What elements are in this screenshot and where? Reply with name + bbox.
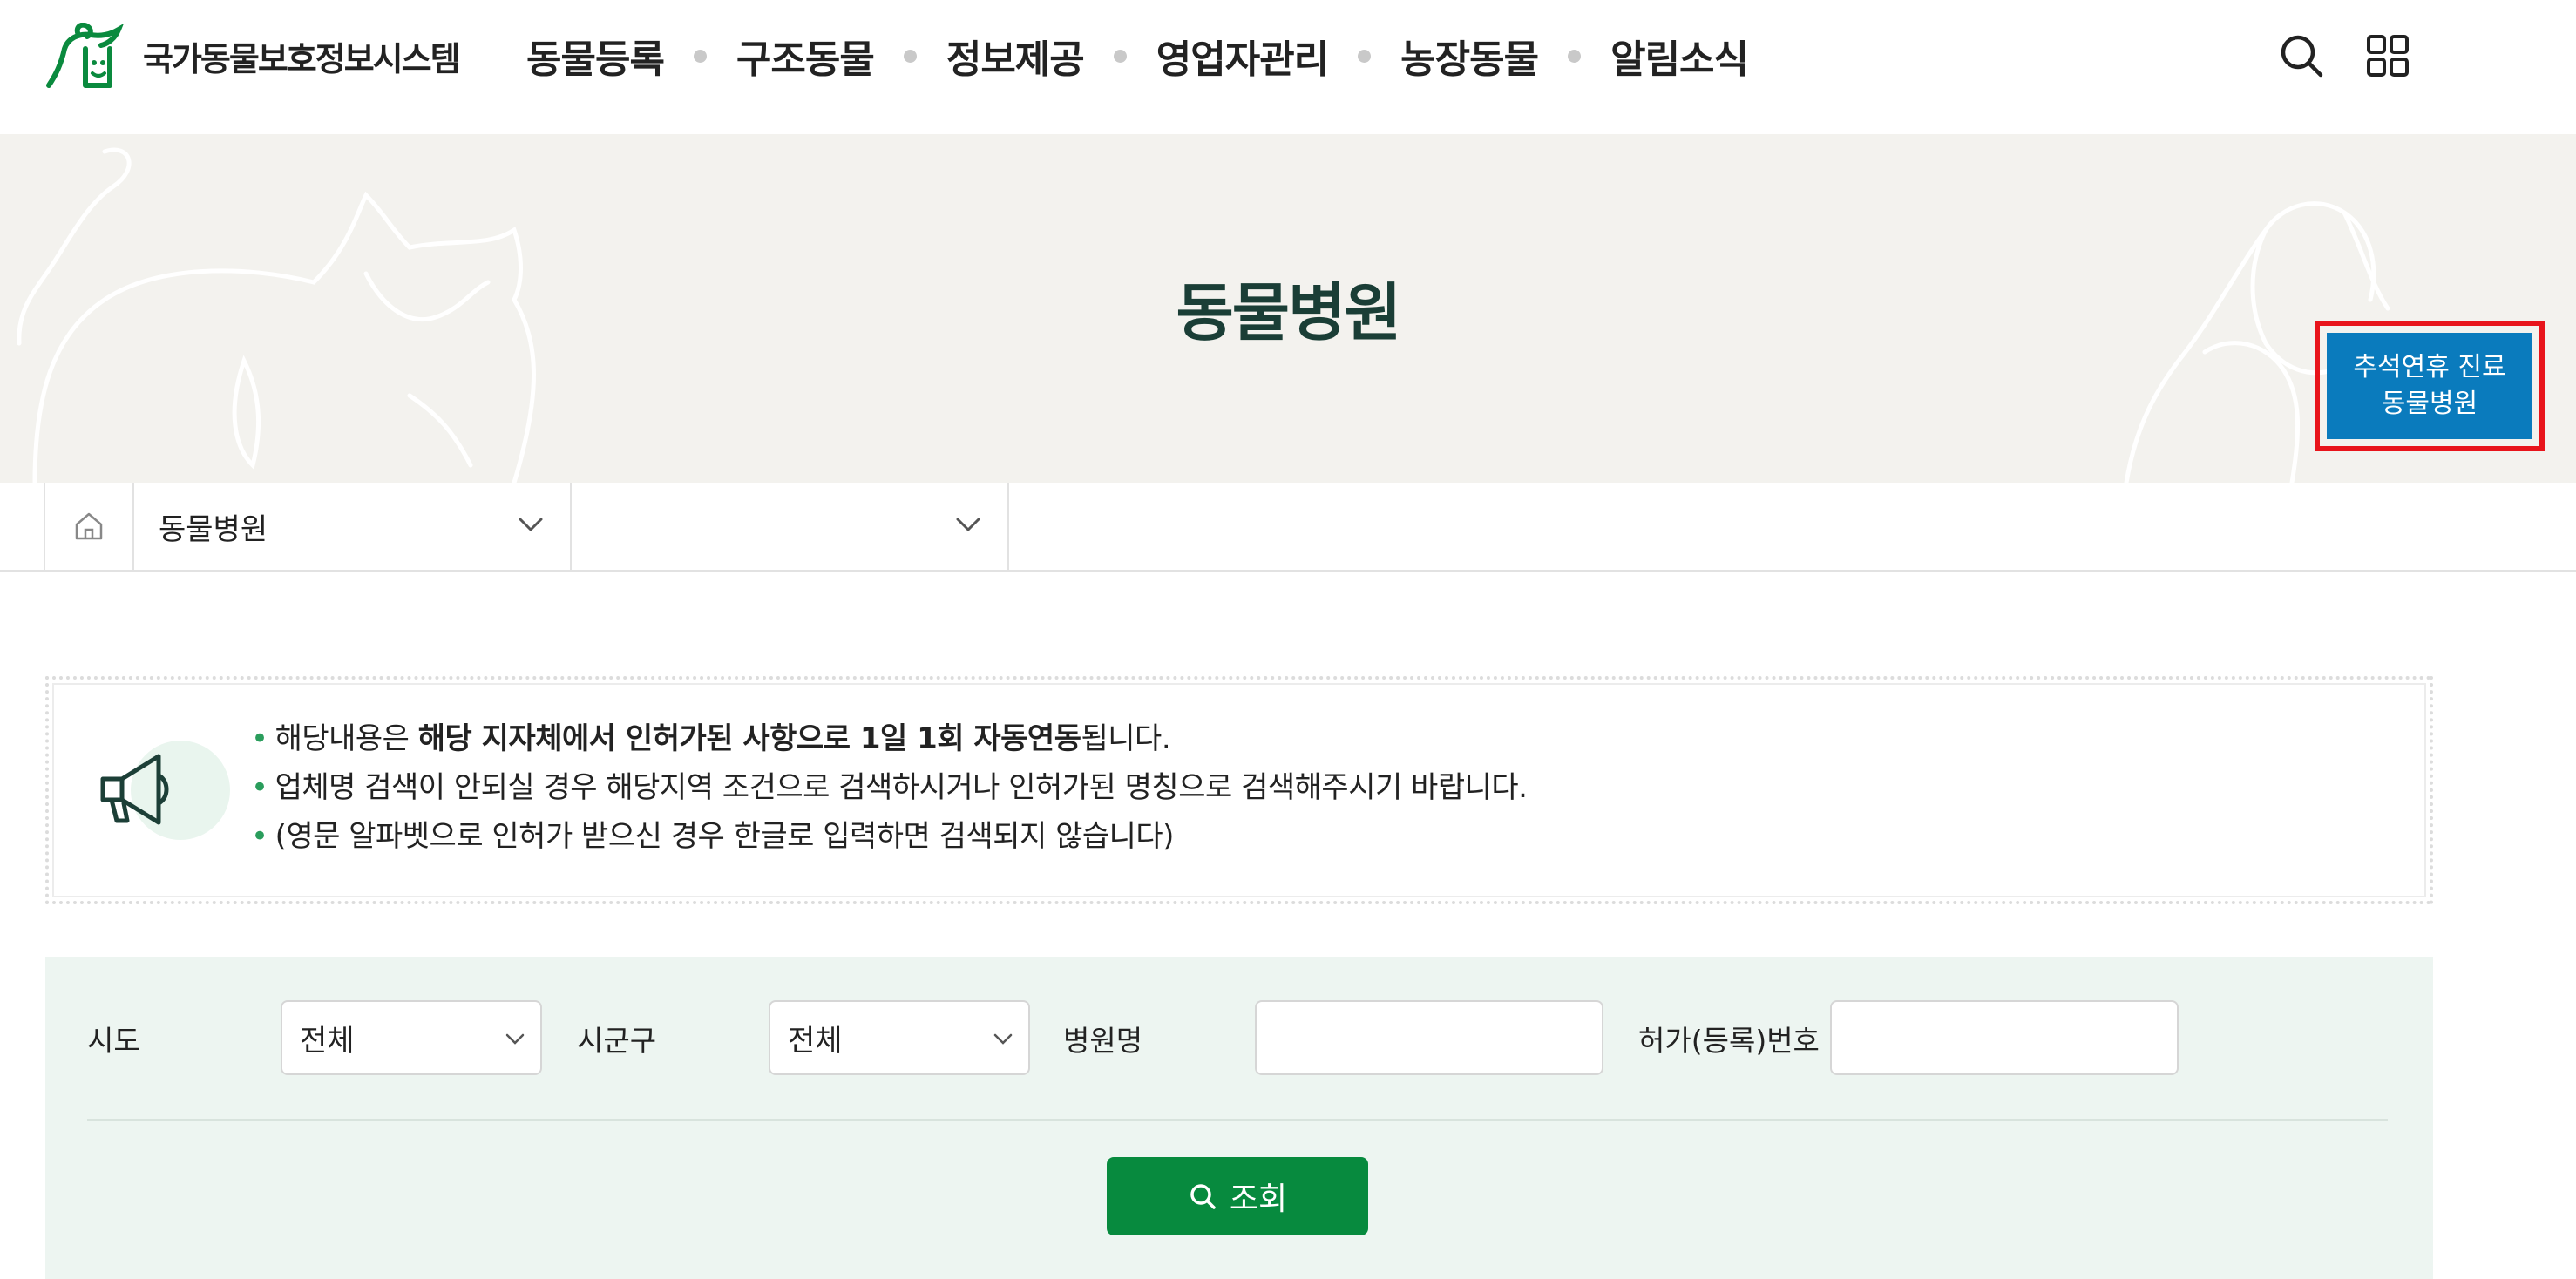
page-title: 동물병원 bbox=[1176, 276, 1402, 349]
chevron-down-icon bbox=[519, 518, 543, 531]
search-icon bbox=[1190, 1184, 1216, 1209]
hospital-name-input[interactable] bbox=[1255, 1000, 1603, 1075]
notice-list: 해당내용은 해당 지자체에서 인허가된 사항으로 1일 1회 자동연동됩니다. … bbox=[251, 714, 1528, 861]
holiday-hospital-button[interactable]: 추석연휴 진료 동물병원 bbox=[2327, 333, 2532, 439]
hospital-name-label: 병원명 bbox=[1063, 1024, 1143, 1058]
page-visual-banner: 동물병원 추석연휴 진료 동물병원 bbox=[0, 134, 2576, 483]
home-icon bbox=[75, 512, 103, 540]
logo-mark-icon bbox=[46, 23, 125, 88]
nav-item-business-management[interactable]: 영업자관리 bbox=[1156, 28, 1329, 84]
all-menu-icon[interactable] bbox=[2363, 31, 2412, 80]
location-breadcrumb: 동물병원 bbox=[0, 483, 2576, 572]
notice-item: 업체명 검색이 안되실 경우 해당지역 조건으로 검색하시거나 인허가된 명칭으… bbox=[251, 763, 1528, 812]
sigungu-selected-value: 전체 bbox=[788, 1023, 843, 1059]
license-number-label: 허가(등록)번호 bbox=[1638, 1024, 1820, 1058]
notice-item: 해당내용은 해당 지자체에서 인허가된 사항으로 1일 1회 자동연동됩니다. bbox=[251, 714, 1527, 763]
chevron-down-icon bbox=[993, 1033, 1013, 1045]
breadcrumb-depth1-label: 동물병원 bbox=[159, 511, 268, 547]
nav-separator bbox=[1358, 49, 1372, 63]
search-divider bbox=[87, 1119, 2388, 1121]
site-header: 국가동물보호정보시스템 동물등록 구조동물 정보제공 영업자관리 농장동물 알림… bbox=[0, 0, 2576, 134]
nav-separator bbox=[693, 49, 707, 63]
megaphone-icon bbox=[100, 754, 169, 825]
sido-selected-value: 전체 bbox=[300, 1023, 355, 1059]
nav-separator bbox=[903, 49, 917, 63]
chevron-down-icon bbox=[956, 518, 980, 531]
license-number-input[interactable] bbox=[1830, 1000, 2179, 1075]
notice-text-bold: 해당 지자체에서 인허가된 사항으로 1일 1회 자동연동 bbox=[417, 721, 1081, 756]
main-nav: 동물등록 구조동물 정보제공 영업자관리 농장동물 알림소식 bbox=[526, 26, 1749, 85]
nav-item-news[interactable]: 알림소식 bbox=[1610, 28, 1749, 84]
sigungu-label: 시군구 bbox=[577, 1024, 657, 1058]
notice-item: (영문 알파벳으로 인허가 받으신 경우 한글로 입력하면 검색되지 않습니다) bbox=[251, 812, 1527, 861]
breadcrumb-home[interactable] bbox=[44, 483, 134, 570]
nav-separator bbox=[1113, 49, 1127, 63]
notice-text: 됩니다. bbox=[1081, 721, 1171, 756]
nav-item-animal-registration[interactable]: 동물등록 bbox=[526, 28, 665, 84]
search-form: 시도 전체 시군구 전체 병원명 허가(등록)번호 조회 bbox=[45, 957, 2433, 1279]
holiday-button-line1: 추석연휴 진료 bbox=[2353, 352, 2506, 382]
breadcrumb-depth2-select[interactable] bbox=[572, 483, 1009, 570]
search-submit-button[interactable]: 조회 bbox=[1107, 1157, 1368, 1235]
nav-item-information[interactable]: 정보제공 bbox=[946, 28, 1085, 84]
nav-separator bbox=[1568, 49, 1582, 63]
site-logo[interactable]: 국가동물보호정보시스템 bbox=[44, 23, 461, 89]
notice-text: 해당내용은 bbox=[275, 721, 418, 756]
sigungu-select[interactable]: 전체 bbox=[769, 1000, 1030, 1075]
search-icon[interactable] bbox=[2277, 31, 2326, 80]
breadcrumb-depth1-select[interactable]: 동물병원 bbox=[134, 483, 572, 570]
nav-item-rescued-animals[interactable]: 구조동물 bbox=[736, 28, 875, 84]
sido-select[interactable]: 전체 bbox=[281, 1000, 542, 1075]
chevron-down-icon bbox=[505, 1033, 525, 1045]
sido-label: 시도 bbox=[87, 1024, 140, 1058]
holiday-button-line2: 동물병원 bbox=[2381, 389, 2478, 419]
search-submit-label: 조회 bbox=[1229, 1181, 1288, 1216]
holiday-button-highlight: 추석연휴 진료 동물병원 bbox=[2315, 321, 2545, 451]
logo-text: 국가동물보호정보시스템 bbox=[143, 39, 461, 78]
nav-item-farm-animals[interactable]: 농장동물 bbox=[1400, 28, 1539, 84]
notice-box: 해당내용은 해당 지자체에서 인허가된 사항으로 1일 1회 자동연동됩니다. … bbox=[45, 676, 2433, 904]
